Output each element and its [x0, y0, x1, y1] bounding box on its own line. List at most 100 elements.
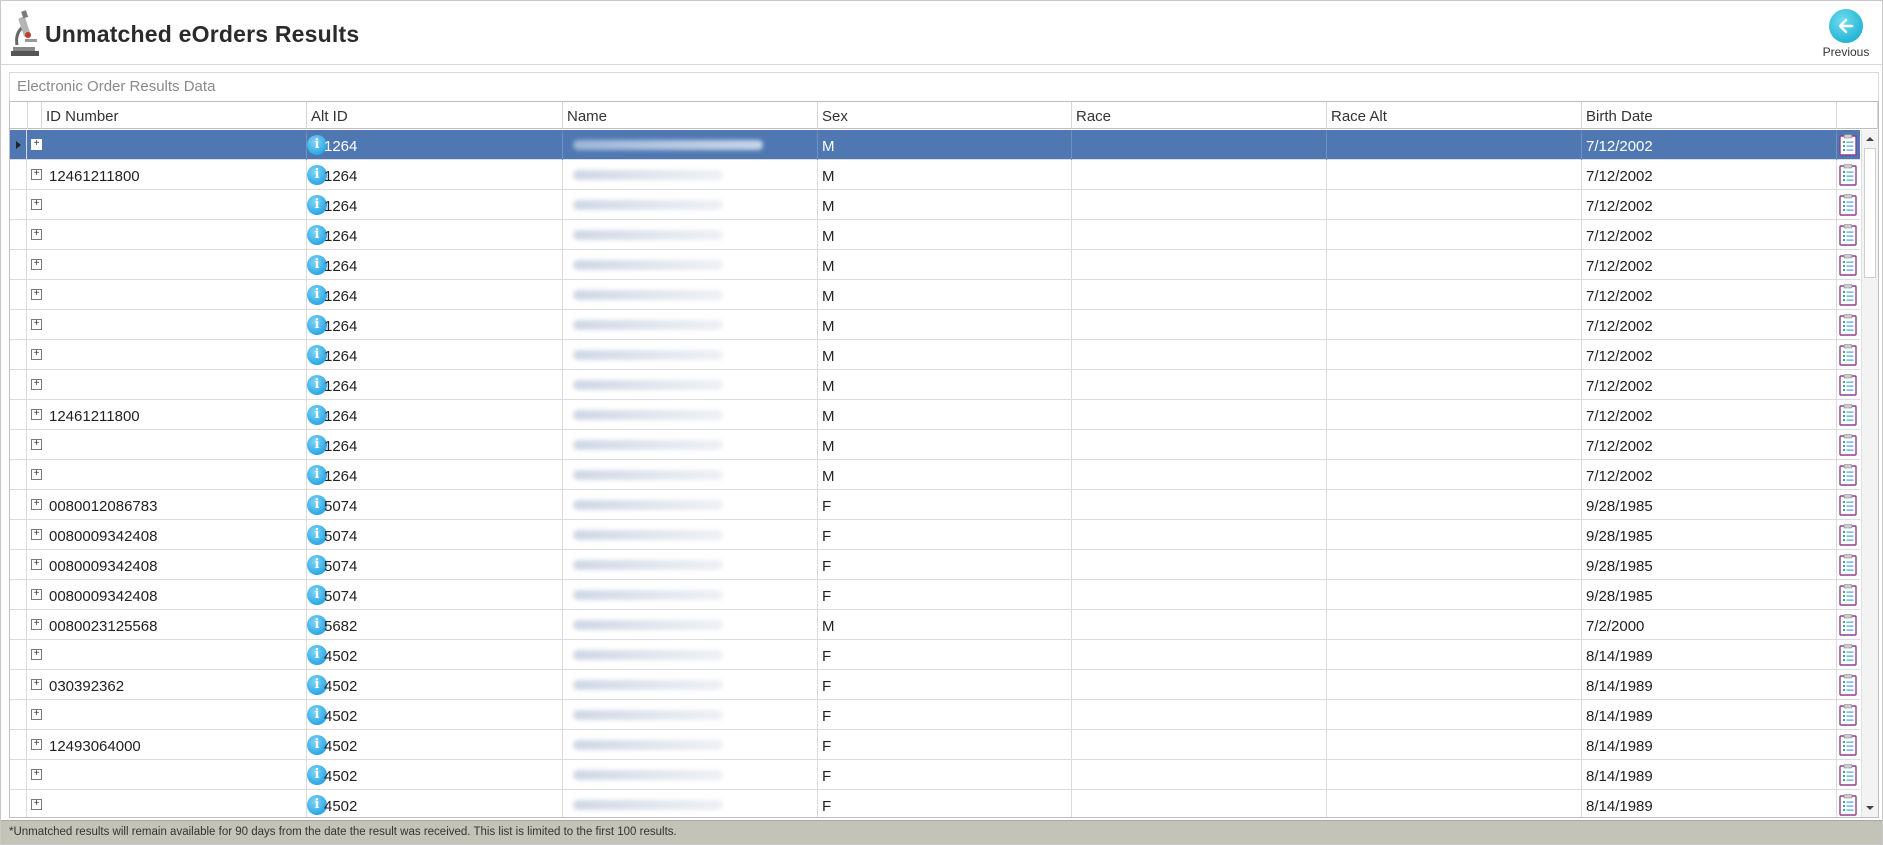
expand-row-icon[interactable]: +	[31, 799, 42, 810]
alt-id-cell[interactable]: i 5074	[307, 490, 563, 520]
clipboard-report-icon[interactable]	[1839, 584, 1857, 606]
alt-id-cell[interactable]: i 5074	[307, 580, 563, 610]
clipboard-report-icon[interactable]	[1839, 374, 1857, 396]
clipboard-report-icon[interactable]	[1839, 464, 1857, 486]
alt-id-cell[interactable]: i 1264	[307, 400, 563, 430]
alt-id-cell[interactable]: i 1264	[307, 460, 563, 490]
row-selector[interactable]	[10, 700, 27, 730]
expand-row-icon[interactable]: +	[31, 709, 42, 720]
report-cell[interactable]	[1837, 340, 1860, 370]
report-cell[interactable]	[1837, 220, 1860, 250]
expand-row-icon[interactable]: +	[31, 469, 42, 480]
table-row[interactable]: +030392362 i 4502 F 8/14/1989	[10, 670, 1860, 700]
table-row[interactable]: + i 4502 F 8/14/1989	[10, 790, 1860, 817]
report-cell[interactable]	[1837, 160, 1860, 190]
table-row[interactable]: + i 4502 F 8/14/1989	[10, 640, 1860, 670]
table-row[interactable]: +0080012086783 i 5074 F 9/28/1985	[10, 490, 1860, 520]
row-selector[interactable]	[10, 340, 27, 370]
clipboard-report-icon[interactable]	[1839, 404, 1857, 426]
row-selector[interactable]	[10, 610, 27, 640]
clipboard-report-icon[interactable]	[1839, 224, 1857, 246]
report-cell[interactable]	[1837, 730, 1860, 760]
expand-row-icon[interactable]: +	[31, 649, 42, 660]
row-selector[interactable]	[10, 520, 27, 550]
clipboard-report-icon[interactable]	[1839, 434, 1857, 456]
row-selector[interactable]	[10, 310, 27, 340]
expand-row-icon[interactable]: +	[31, 169, 42, 180]
clipboard-report-icon[interactable]	[1839, 494, 1857, 516]
clipboard-report-icon[interactable]	[1839, 554, 1857, 576]
row-selector[interactable]	[10, 550, 27, 580]
row-selector[interactable]	[10, 640, 27, 670]
report-cell[interactable]	[1837, 250, 1860, 280]
alt-id-cell[interactable]: i 1264	[307, 370, 563, 400]
row-selector[interactable]	[10, 490, 27, 520]
table-row[interactable]: +0080009342408 i 5074 F 9/28/1985	[10, 550, 1860, 580]
row-selector[interactable]	[10, 280, 27, 310]
alt-id-cell[interactable]: i 1264	[307, 220, 563, 250]
report-cell[interactable]	[1837, 280, 1860, 310]
clipboard-report-icon[interactable]	[1839, 704, 1857, 726]
expand-row-icon[interactable]: +	[31, 559, 42, 570]
report-cell[interactable]	[1837, 430, 1860, 460]
alt-id-cell[interactable]: i 1264	[307, 160, 563, 190]
report-cell[interactable]	[1837, 490, 1860, 520]
table-row[interactable]: + i 1264 M 7/12/2002	[10, 460, 1860, 490]
report-cell[interactable]	[1837, 400, 1860, 430]
alt-id-cell[interactable]: i 4502	[307, 640, 563, 670]
table-row[interactable]: + i 1264 M 7/12/2002	[10, 130, 1860, 160]
alt-id-cell[interactable]: i 1264	[307, 190, 563, 220]
expand-row-icon[interactable]: +	[31, 679, 42, 690]
expand-row-icon[interactable]: +	[31, 499, 42, 510]
expand-row-icon[interactable]: +	[31, 739, 42, 750]
row-selector[interactable]	[10, 730, 27, 760]
report-cell[interactable]	[1837, 670, 1860, 700]
table-row[interactable]: +12461211800 i 1264 M 7/12/2002	[10, 400, 1860, 430]
scroll-up-arrow-icon[interactable]	[1862, 130, 1878, 147]
alt-id-cell[interactable]: i 1264	[307, 280, 563, 310]
expand-row-icon[interactable]: +	[31, 349, 42, 360]
clipboard-report-icon[interactable]	[1839, 614, 1857, 636]
alt-id-cell[interactable]: i 1264	[307, 340, 563, 370]
clipboard-report-icon[interactable]	[1839, 314, 1857, 336]
column-header-birth-date[interactable]: Birth Date	[1582, 102, 1837, 129]
alt-id-cell[interactable]: i 4502	[307, 670, 563, 700]
report-cell[interactable]	[1837, 310, 1860, 340]
clipboard-report-icon[interactable]	[1839, 524, 1857, 546]
row-selector[interactable]	[10, 430, 27, 460]
expand-row-icon[interactable]: +	[31, 199, 42, 210]
expand-row-icon[interactable]: +	[31, 139, 42, 150]
alt-id-cell[interactable]: i 4502	[307, 790, 563, 817]
clipboard-report-icon[interactable]	[1839, 764, 1857, 786]
expand-row-icon[interactable]: +	[31, 439, 42, 450]
row-selector[interactable]	[10, 370, 27, 400]
clipboard-report-icon[interactable]	[1839, 194, 1857, 216]
row-selector[interactable]	[10, 190, 27, 220]
row-selector[interactable]	[10, 670, 27, 700]
alt-id-cell[interactable]: i 1264	[307, 310, 563, 340]
alt-id-cell[interactable]: i 1264	[307, 250, 563, 280]
clipboard-report-icon[interactable]	[1839, 344, 1857, 366]
column-header-race[interactable]: Race	[1072, 102, 1327, 129]
report-cell[interactable]	[1837, 550, 1860, 580]
table-row[interactable]: + i 1264 M 7/12/2002	[10, 190, 1860, 220]
column-header-alt-id[interactable]: Alt ID	[307, 102, 563, 129]
report-cell[interactable]	[1837, 700, 1860, 730]
vertical-scrollbar[interactable]	[1861, 130, 1878, 817]
alt-id-cell[interactable]: i 1264	[307, 430, 563, 460]
clipboard-report-icon[interactable]	[1839, 164, 1857, 186]
row-selector[interactable]	[10, 250, 27, 280]
expand-row-icon[interactable]: +	[31, 229, 42, 240]
report-cell[interactable]	[1837, 460, 1860, 490]
expand-row-icon[interactable]: +	[31, 769, 42, 780]
table-row[interactable]: + i 1264 M 7/12/2002	[10, 430, 1860, 460]
report-cell[interactable]	[1837, 190, 1860, 220]
row-selector[interactable]	[10, 460, 27, 490]
column-header-race-alt[interactable]: Race Alt	[1327, 102, 1582, 129]
expand-row-icon[interactable]: +	[31, 409, 42, 420]
expand-row-icon[interactable]: +	[31, 259, 42, 270]
row-selector[interactable]	[10, 580, 27, 610]
row-selector[interactable]	[10, 790, 27, 817]
clipboard-report-icon[interactable]	[1839, 644, 1857, 666]
clipboard-report-icon[interactable]	[1839, 134, 1857, 156]
